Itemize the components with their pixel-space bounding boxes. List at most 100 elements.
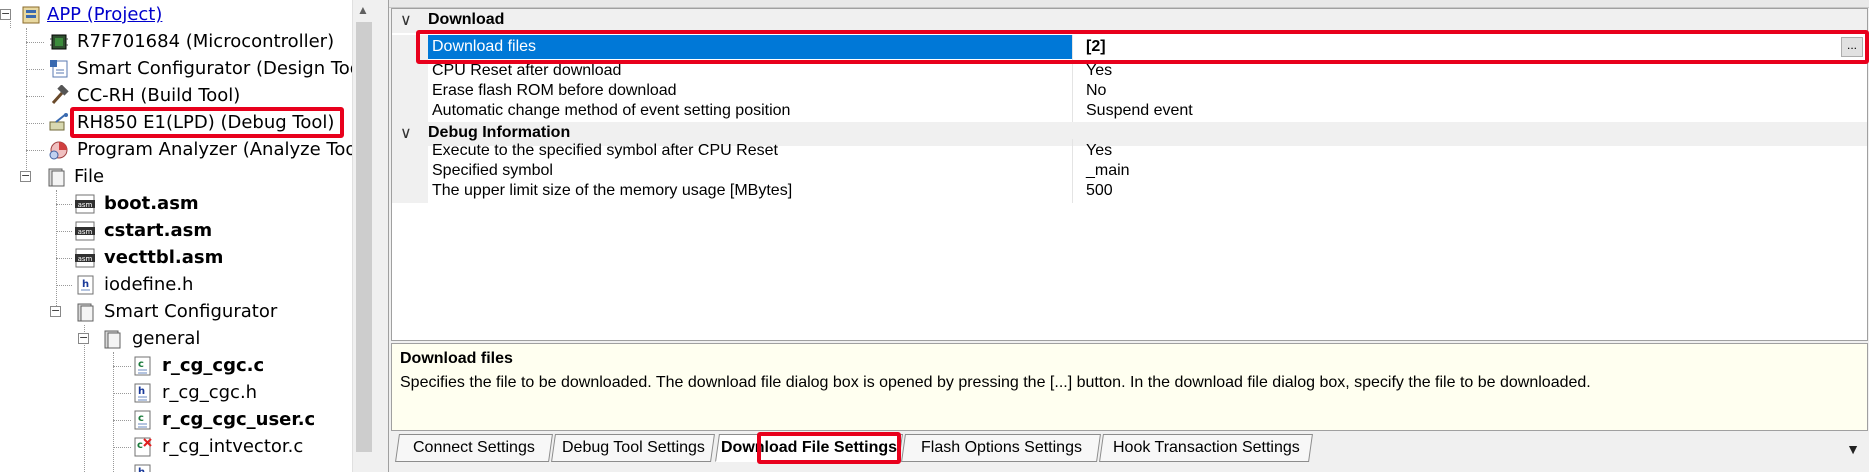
row-gutter <box>392 35 428 59</box>
h-file-icon: h <box>134 464 151 472</box>
property-name: Automatic change method of event setting… <box>428 99 1073 123</box>
svg-text:h: h <box>138 386 145 397</box>
tree-item-file-folder[interactable]: − File <box>0 164 352 191</box>
property-grid: ∨ Download Download files [2] ... CPU Re… <box>391 8 1869 341</box>
collapse-icon[interactable]: − <box>0 8 11 20</box>
tree-item-file[interactable]: asm cstart.asm <box>0 218 352 245</box>
tree-item-folder[interactable]: − general <box>0 326 352 353</box>
tree-item-project[interactable]: − APP (Project) <box>0 2 352 29</box>
tab-label: Debug Tool Settings <box>561 439 705 456</box>
c-file-icon: c <box>134 356 151 376</box>
tree-item-file[interactable]: asm vecttbl.asm <box>0 245 352 272</box>
tree-item-label: R7F701684 (Microcontroller) <box>77 31 335 52</box>
settings-tabs: Connect Settings Debug Tool Settings Dow… <box>389 431 1869 472</box>
folder-icon <box>77 303 94 322</box>
collapse-icon[interactable]: − <box>50 305 61 317</box>
asm-file-icon: asm <box>75 248 95 268</box>
tree-item-file[interactable]: asm boot.asm <box>0 191 352 218</box>
tree-item-folder[interactable]: − Smart Configurator <box>0 299 352 326</box>
chevron-down-icon[interactable]: ∨ <box>400 10 412 30</box>
property-toolbar <box>389 0 1869 8</box>
svg-text:h: h <box>138 467 145 472</box>
tab-flash-options-settings[interactable]: Flash Options Settings <box>901 434 1101 462</box>
project-icon <box>22 6 40 24</box>
tree-item-label: r_cg_intvector.c <box>162 436 304 457</box>
c-file-excluded-icon: c <box>134 437 152 457</box>
h-file-icon: h <box>77 275 94 295</box>
folder-icon <box>48 168 65 187</box>
tree-item-build-tool[interactable]: CC-RH (Build Tool) <box>0 83 352 110</box>
hammer-icon <box>51 85 69 105</box>
tree-item-label: iodefine.h <box>104 274 194 295</box>
property-name: Download files <box>428 35 1073 59</box>
tree-item-file-partial[interactable]: h <box>0 461 352 472</box>
tree-item-label: APP (Project) <box>47 4 163 25</box>
tree-scrollbar[interactable]: ▲ <box>352 0 374 472</box>
svg-text:c: c <box>137 440 143 451</box>
tab-connect-settings[interactable]: Connect Settings <box>395 434 553 462</box>
browse-button[interactable]: ... <box>1841 37 1863 57</box>
project-tree: − APP (Project) R7F701684 (Microcontroll… <box>0 0 352 472</box>
tree-item-analyzer[interactable]: Program Analyzer (Analyze Too <box>0 137 352 164</box>
property-row[interactable]: Automatic change method of event setting… <box>392 99 1867 123</box>
panel-splitter[interactable] <box>374 0 388 472</box>
property-value[interactable]: 500 <box>1086 179 1113 203</box>
tab-label: Download File Settings <box>720 439 897 456</box>
tree-item-file[interactable]: c r_cg_cgc_user.c <box>0 407 352 434</box>
tab-label: Flash Options Settings <box>920 439 1082 456</box>
tab-hook-transaction-settings[interactable]: Hook Transaction Settings <box>1099 434 1313 462</box>
tree-item-label: boot.asm <box>104 193 199 214</box>
tree-item-label: File <box>74 166 105 187</box>
tree-item-file[interactable]: c r_cg_intvector.c <box>0 434 352 461</box>
tab-debug-tool-settings[interactable]: Debug Tool Settings <box>551 434 715 462</box>
svg-text:h: h <box>82 279 89 290</box>
tab-label: Hook Transaction Settings <box>1112 439 1300 456</box>
tree-item-label: r_cg_cgc.h <box>162 382 258 403</box>
tree-item-label: r_cg_cgc.c <box>162 355 265 376</box>
collapse-icon[interactable]: − <box>78 332 89 344</box>
tree-item-microcontroller[interactable]: R7F701684 (Microcontroller) <box>0 29 352 56</box>
property-panel: ∨ Download Download files [2] ... CPU Re… <box>388 0 1869 472</box>
row-gutter <box>392 99 428 123</box>
design-tool-icon <box>50 60 68 78</box>
tab-download-file-settings[interactable]: Download File Settings <box>715 434 903 462</box>
analyzer-icon <box>49 141 68 160</box>
tree-item-label: RH850 E1(LPD) (Debug Tool) <box>77 112 335 133</box>
tree-item-label: cstart.asm <box>104 220 213 241</box>
tree-item-file[interactable]: h r_cg_cgc.h <box>0 380 352 407</box>
asm-file-icon: asm <box>75 194 95 214</box>
svg-text:asm: asm <box>78 255 93 263</box>
folder-icon <box>104 330 121 349</box>
asm-file-icon: asm <box>75 221 95 241</box>
category-download[interactable]: ∨ Download <box>392 9 1867 33</box>
tab-list-dropdown-icon[interactable]: ▼ <box>1846 441 1860 457</box>
property-value[interactable]: Suspend event <box>1086 99 1193 123</box>
description-text: Specifies the file to be downloaded. The… <box>400 374 1591 391</box>
svg-text:c: c <box>138 413 144 424</box>
category-label: Download <box>428 11 505 28</box>
tree-item-debug-tool[interactable]: RH850 E1(LPD) (Debug Tool) <box>0 110 352 137</box>
c-file-icon: c <box>134 410 151 430</box>
property-description: Download files Specifies the file to be … <box>391 343 1868 431</box>
scroll-thumb[interactable] <box>356 22 372 452</box>
tree-item-file[interactable]: c r_cg_cgc.c <box>0 353 352 380</box>
tree-item-file[interactable]: h iodefine.h <box>0 272 352 299</box>
property-row[interactable]: The upper limit size of the memory usage… <box>392 179 1867 203</box>
scroll-up-icon[interactable]: ▲ <box>357 3 369 17</box>
property-row-download-files[interactable]: Download files [2] ... <box>392 35 1867 59</box>
tree-item-label: Program Analyzer (Analyze Too <box>77 139 352 160</box>
svg-text:asm: asm <box>78 201 93 209</box>
debug-tool-icon <box>49 113 68 131</box>
tree-item-design-tool[interactable]: Smart Configurator (Design Too <box>0 56 352 83</box>
property-value[interactable]: [2] <box>1086 35 1106 59</box>
tab-label: Connect Settings <box>413 439 535 456</box>
description-title: Download files <box>400 350 513 367</box>
tree-item-label: r_cg_cgc_user.c <box>162 409 316 430</box>
tree-item-label: vecttbl.asm <box>104 247 224 268</box>
tree-item-label: CC-RH (Build Tool) <box>77 85 241 106</box>
tree-item-label: Smart Configurator (Design Too <box>77 58 352 79</box>
collapse-icon[interactable]: − <box>20 170 31 182</box>
tree-item-label: general <box>132 328 201 349</box>
svg-text:asm: asm <box>78 228 93 236</box>
h-file-icon: h <box>134 383 151 403</box>
